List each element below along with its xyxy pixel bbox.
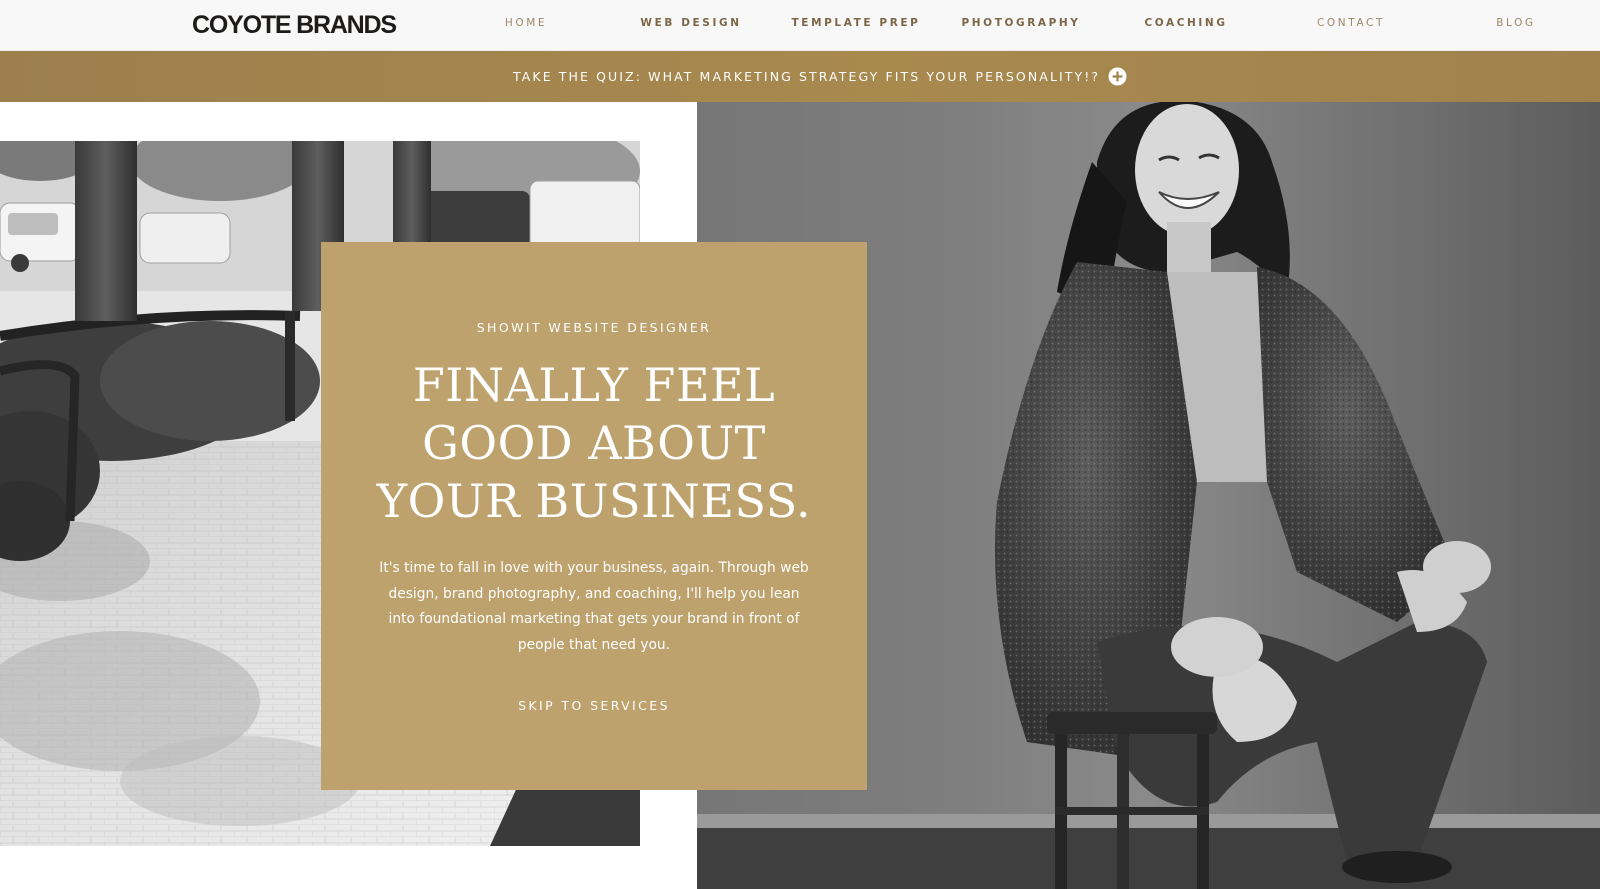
hero-headline: FINALLY FEEL GOOD ABOUT YOUR BUSINESS.	[321, 356, 867, 530]
hero-eyebrow: SHOWIT WEBSITE DESIGNER	[476, 320, 712, 335]
hero-headline-line: GOOD ABOUT	[422, 416, 766, 470]
nav-blog[interactable]: BLOG	[1496, 17, 1535, 29]
nav-home[interactable]: HOME	[505, 17, 547, 29]
site-logo[interactable]: COYOTE BRANDS	[192, 11, 397, 40]
quiz-announcement-bar[interactable]: TAKE THE QUIZ: WHAT MARKETING STRATEGY F…	[0, 51, 1600, 102]
nav-coaching[interactable]: COACHING	[1144, 17, 1227, 29]
hero-card: SHOWIT WEBSITE DESIGNER FINALLY FEEL GOO…	[321, 242, 867, 790]
quiz-link-text[interactable]: TAKE THE QUIZ: WHAT MARKETING STRATEGY F…	[513, 69, 1100, 84]
hero-headline-line: FINALLY FEEL	[412, 358, 776, 412]
top-nav: COYOTE BRANDS HOME WEB DESIGN TEMPLATE P…	[0, 0, 1600, 51]
hero-headline-line: YOUR BUSINESS.	[376, 474, 812, 528]
nav-contact[interactable]: CONTACT	[1317, 17, 1385, 29]
nav-web-design[interactable]: WEB DESIGN	[640, 17, 741, 29]
skip-to-services-link[interactable]: SKIP TO SERVICES	[321, 698, 867, 713]
plus-circle-icon[interactable]	[1108, 67, 1127, 86]
nav-template-prep[interactable]: TEMPLATE PREP	[792, 17, 921, 29]
hero-body-text: It's time to fall in love with your busi…	[379, 560, 809, 653]
nav-photography[interactable]: PHOTOGRAPHY	[961, 17, 1080, 29]
